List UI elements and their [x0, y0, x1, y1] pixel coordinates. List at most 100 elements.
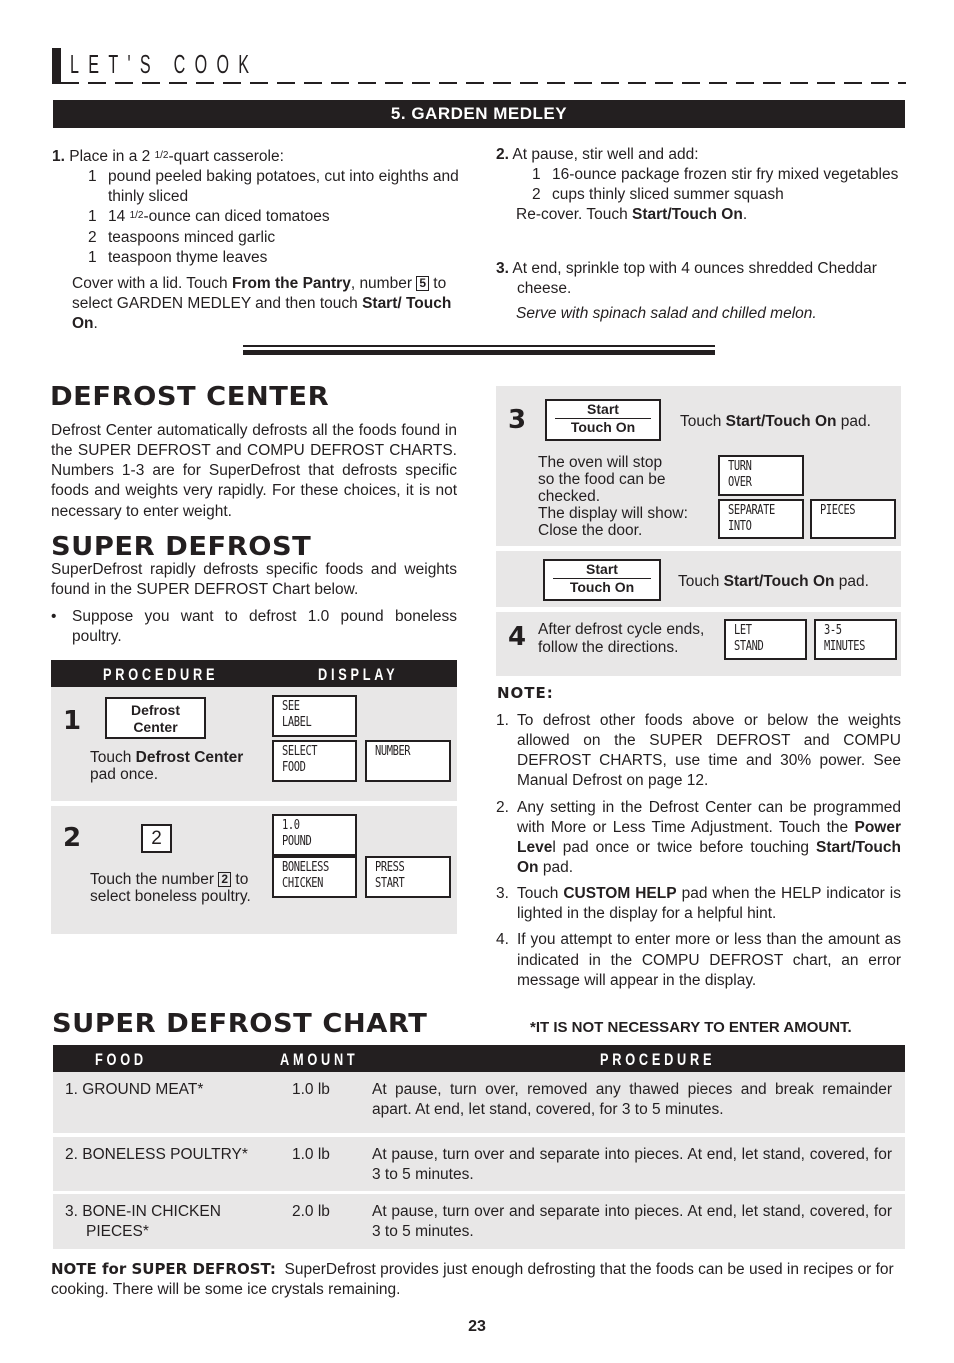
start-touch-on-key: Start Touch On: [545, 399, 661, 441]
instr-line: After defrost cycle ends,: [538, 621, 705, 638]
cell-amount: 1.0 lb: [292, 1146, 330, 1163]
col-amount: AMOUNT: [280, 1050, 359, 1069]
ingredient-qty: 2: [88, 228, 97, 246]
step-number: 2: [63, 823, 82, 853]
note-key: CUSTOM HELP: [563, 885, 677, 903]
ingredient-text: cups thinly sliced summer squash: [552, 186, 784, 204]
chart-table-header: FOOD AMOUNT PROCEDURE: [53, 1045, 905, 1072]
note-text-a: Touch: [517, 885, 564, 903]
ingredient: 1 pound peeled baking potatoes, cut into …: [52, 167, 472, 207]
note-item: 4. If you attempt to enter more or less t…: [496, 930, 901, 990]
lcd-display: NUMBER: [365, 740, 451, 782]
ingredient-text: teaspoon thyme leaves: [108, 248, 268, 266]
note-item: 2. Any setting in the Defrost Center can …: [496, 798, 901, 879]
ingredient-text: pound peeled baking potatoes, cut into e…: [108, 168, 459, 206]
number-key-icon: 5: [416, 275, 429, 291]
lcd-display: SEE LABEL: [272, 695, 357, 737]
instr-text: pad once.: [90, 766, 159, 783]
step-text: At pause, stir well and add:: [512, 146, 699, 163]
chart-heading: SUPER DEFROST CHART: [52, 1009, 428, 1039]
ingredient-text-b: -ounce can diced tomatoes: [143, 208, 330, 226]
procedure-step-2: 2 2 Touch the number 2 to select boneles…: [51, 806, 457, 934]
step-text: Place in a 2: [69, 148, 155, 165]
key-line: Touch On: [569, 579, 635, 595]
lcd-display: TURN OVER: [718, 455, 804, 496]
note-number: 2.: [496, 798, 509, 816]
lcd-line: 1.0: [282, 818, 300, 833]
lcd-line: PIECES: [820, 503, 856, 518]
note-number: 3.: [496, 885, 509, 903]
defrost-center-heading: DEFROST CENTER: [50, 382, 330, 412]
table-row: 3. BONE-IN CHICKEN PIECES* 2.0 lb At pau…: [53, 1194, 905, 1249]
lcd-line: OVER: [728, 475, 752, 490]
ingredient-text: teaspoons minced garlic: [108, 228, 276, 246]
step-instruction: Touch Start/Touch On pad.: [680, 412, 871, 432]
procedure-table-header: PROCEDURE DISPLAY: [51, 660, 457, 687]
note-item: 1. To defrost other foods above or below …: [496, 711, 901, 792]
col-food: FOOD: [95, 1050, 147, 1069]
lcd-line: LET: [734, 623, 752, 638]
step-number: 3.: [496, 260, 509, 277]
lcd-line: LABEL: [282, 715, 312, 730]
cell-food: 1. GROUND MEAT*: [65, 1081, 204, 1098]
instr-key: Start/Touch On: [632, 206, 743, 224]
lcd-display: 1.0 POUND: [272, 814, 357, 856]
desc-line: so the food can be: [538, 471, 666, 488]
step-instructions: Re-cover. Touch Start/Touch On.: [496, 205, 906, 225]
step-text: -quart casserole:: [168, 148, 284, 165]
cell-amount: 1.0 lb: [292, 1081, 330, 1098]
super-defrost-body: SuperDefrost rapidly defrosts specific f…: [51, 561, 457, 599]
recipe-step-1: 1. Place in a 2 1/2-quart casserole: 1 po…: [52, 147, 472, 334]
recipe-title-band: 5. GARDEN MEDLEY: [53, 100, 905, 128]
key-line: Touch On: [570, 419, 636, 435]
col-display: DISPLAY: [318, 665, 399, 684]
step-number: 2.: [496, 146, 509, 163]
procedure-step-3: 3 Start Touch On Touch Start/Touch On pa…: [496, 386, 901, 546]
desc-line: Close the door.: [538, 522, 643, 539]
cell-procedure: At pause, turn over and separate into pi…: [372, 1146, 892, 1184]
lcd-line: FOOD: [282, 760, 306, 775]
defrost-center-body: Defrost Center automatically defrosts al…: [51, 422, 457, 520]
ingredient-text-a: 14: [108, 208, 130, 226]
instr-key: Defrost Center: [135, 749, 244, 766]
step-instruction: Touch Start/Touch On pad.: [678, 572, 869, 592]
ingredient: 1 14 1/2-ounce can diced tomatoes: [52, 207, 472, 227]
instr-text: Touch: [680, 413, 726, 430]
note-heading: NOTE:: [497, 684, 554, 702]
page-number: 23: [468, 1318, 486, 1335]
header-dashed-rule: [61, 82, 906, 84]
key-line: Start: [555, 401, 651, 419]
super-defrost-note: NOTE for SUPER DEFROST: SuperDefrost pro…: [51, 1260, 901, 1300]
ingredient: 2 cups thinly sliced summer squash: [496, 185, 906, 205]
ingredient: 1 teaspoon thyme leaves: [52, 248, 472, 268]
note-text: To defrost other foods above or below th…: [517, 712, 901, 790]
lcd-display: SEPARATE INTO: [718, 499, 804, 539]
divider-rule-thin: [243, 345, 715, 347]
note-number: 1.: [496, 712, 509, 729]
ingredient-qty: 1: [88, 208, 97, 226]
instr-text: Touch: [90, 749, 136, 766]
lcd-line: SELECT: [282, 744, 318, 759]
instr-line: follow the directions.: [538, 639, 679, 656]
instr-text: Touch: [678, 573, 724, 590]
col-procedure: PROCEDURE: [600, 1050, 716, 1069]
step-text: At end, sprinkle top with 4 ounces shred…: [512, 260, 877, 298]
lcd-line: STAND: [734, 639, 764, 654]
step-description: The oven will stop so the food can be ch…: [538, 454, 688, 539]
cell-food: 3. BONE-IN CHICKEN PIECES*: [65, 1203, 221, 1241]
lcd-line: POUND: [282, 834, 312, 849]
bullet-text: Suppose you want to defrost 1.0 pound bo…: [72, 608, 457, 646]
step-instruction: After defrost cycle ends, follow the dir…: [538, 621, 704, 657]
instr-text: Re-cover. Touch: [516, 206, 633, 224]
col-procedure: PROCEDURE: [103, 665, 219, 684]
lcd-display: SELECT FOOD: [272, 740, 357, 782]
lcd-line: NUMBER: [375, 744, 411, 759]
lcd-line: SEPARATE: [728, 503, 775, 518]
note-item: 3. Touch CUSTOM HELP pad when the HELP in…: [496, 884, 901, 924]
ingredient-qty: 1: [532, 166, 541, 184]
instr-key: Start/Touch On: [725, 413, 837, 430]
lcd-display: LET STAND: [724, 619, 807, 660]
ingredient-text: 16-ounce package frozen stir fry mixed v…: [552, 166, 899, 184]
divider-rule-thick: [243, 350, 715, 355]
step-instruction: Touch the number 2 to select boneless po…: [90, 871, 265, 905]
